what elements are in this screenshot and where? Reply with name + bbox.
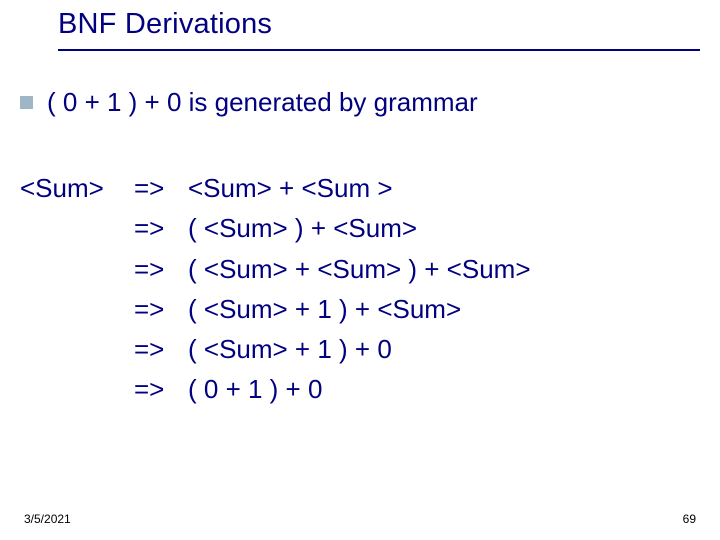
derivation-step: <Sum> => <Sum> + <Sum > [20,168,700,208]
footer-page: 69 [683,512,696,526]
derivation-step: => ( <Sum> ) + <Sum> [20,208,700,248]
derivation-arrow: => [134,168,188,208]
derivation-step: => ( <Sum> + 1 ) + <Sum> [20,289,700,329]
derivation-rhs: ( <Sum> ) + <Sum> [188,208,417,248]
derivation-lhs-blank [20,249,134,289]
bullet-icon [20,96,33,109]
derivation-lhs-blank [20,208,134,248]
derivation-arrow: => [134,289,188,329]
derivation-arrow: => [134,329,188,369]
derivation-rhs: ( <Sum> + 1 ) + <Sum> [188,289,461,329]
derivation-lhs-blank [20,329,134,369]
derivation-step: => ( <Sum> + <Sum> ) + <Sum> [20,249,700,289]
derivation-step: => ( 0 + 1 ) + 0 [20,369,700,409]
derivation-lhs-blank [20,369,134,409]
slide-title: BNF Derivations [58,8,700,41]
bullet-text: ( 0 + 1 ) + 0 is generated by grammar [47,86,478,119]
derivation-lhs: <Sum> [20,168,134,208]
title-bar: BNF Derivations [58,8,700,51]
derivation-rhs: ( <Sum> + <Sum> ) + <Sum> [188,249,531,289]
footer-date: 3/5/2021 [24,512,71,526]
derivation-rhs: ( <Sum> + 1 ) + 0 [188,329,392,369]
slide: BNF Derivations ( 0 + 1 ) + 0 is generat… [0,0,720,540]
bullet-row: ( 0 + 1 ) + 0 is generated by grammar [20,86,700,119]
derivation-arrow: => [134,249,188,289]
derivation-block: <Sum> => <Sum> + <Sum > => ( <Sum> ) + <… [20,168,700,410]
derivation-rhs: ( 0 + 1 ) + 0 [188,369,322,409]
derivation-lhs-blank [20,289,134,329]
derivation-arrow: => [134,369,188,409]
derivation-step: => ( <Sum> + 1 ) + 0 [20,329,700,369]
derivation-arrow: => [134,208,188,248]
derivation-rhs: <Sum> + <Sum > [188,168,393,208]
